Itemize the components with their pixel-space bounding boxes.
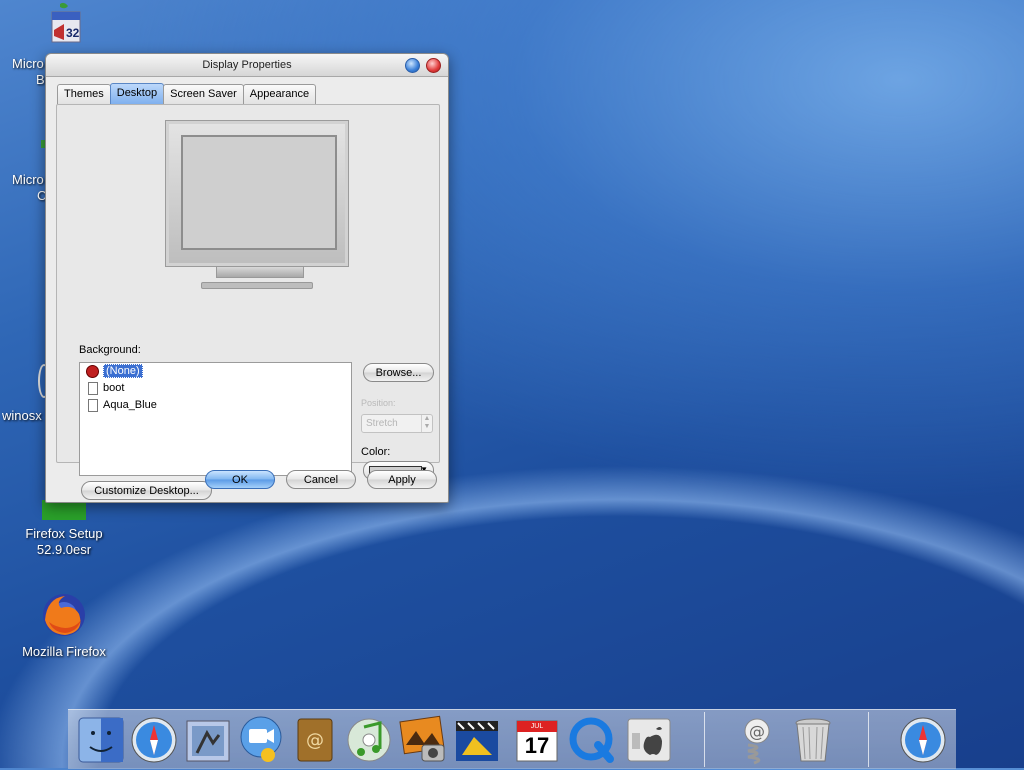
minimize-button[interactable] xyxy=(405,58,420,73)
list-item-label: boot xyxy=(103,382,125,394)
system-preferences-icon[interactable] xyxy=(624,715,674,765)
background-label: Background: xyxy=(79,344,141,356)
list-item[interactable]: boot xyxy=(80,380,351,397)
app-32-icon: 32 xyxy=(46,2,81,46)
list-item[interactable]: Aqua_Blue xyxy=(80,397,351,414)
safari-icon[interactable] xyxy=(898,715,948,765)
dialog-titlebar[interactable]: Display Properties xyxy=(46,54,448,77)
finder-icon[interactable] xyxy=(76,715,126,765)
iphoto-icon[interactable] xyxy=(398,715,448,765)
browse-button[interactable]: Browse... xyxy=(363,363,434,382)
desktop-icon-label: Mozilla Firefox xyxy=(22,644,106,659)
position-select[interactable]: Stretch ▲ ▼ xyxy=(361,414,433,433)
tab-bar: Themes Desktop Screen Saver Appearance xyxy=(57,83,317,104)
image-file-icon xyxy=(88,382,98,395)
ical-icon[interactable]: JUL 17 xyxy=(512,715,562,765)
desktop-icon-micro-b[interactable]: 32 Micro B xyxy=(8,2,81,87)
itunes-icon[interactable] xyxy=(344,715,394,765)
ok-button[interactable]: OK xyxy=(205,470,275,489)
dock-separator xyxy=(868,712,869,767)
desktop-icon-label: winosx xyxy=(2,408,42,423)
ichat-icon[interactable] xyxy=(236,715,286,765)
badge-32: 32 xyxy=(66,26,80,40)
background-listbox[interactable]: (None) boot Aqua_Blue xyxy=(79,362,352,476)
monitor-screen-preview xyxy=(181,135,337,250)
mail-icon[interactable] xyxy=(183,715,233,765)
svg-text:@: @ xyxy=(306,730,324,751)
position-value: Stretch xyxy=(366,418,398,429)
customize-desktop-button[interactable]: Customize Desktop... xyxy=(81,481,212,500)
dock: @ JUL 17 @ xyxy=(68,709,956,769)
desktop-icon-label: 52.9.0esr xyxy=(36,542,92,557)
color-label: Color: xyxy=(361,446,391,458)
display-properties-dialog: Display Properties Themes Desktop Screen… xyxy=(45,53,449,503)
stepper-arrows-icon: ▲ ▼ xyxy=(421,415,432,432)
list-item[interactable]: (None) xyxy=(80,363,351,380)
monitor-base xyxy=(201,282,313,289)
tab-themes[interactable]: Themes xyxy=(57,84,111,104)
dialog-title: Display Properties xyxy=(202,59,292,71)
dock-separator xyxy=(704,712,705,767)
svg-text:@: @ xyxy=(749,722,765,741)
trash-icon[interactable] xyxy=(788,715,838,765)
ical-month: JUL xyxy=(530,723,544,730)
desktop-icon-label: Micro xyxy=(12,56,44,71)
monitor-frame xyxy=(165,120,349,267)
desktop-tab-panel: Background: (None) boot Aqua_Blue Browse… xyxy=(56,104,440,500)
tab-desktop[interactable]: Desktop xyxy=(109,83,165,104)
tab-appearance[interactable]: Appearance xyxy=(242,84,317,104)
installer-icon xyxy=(42,500,86,520)
address-book-icon[interactable]: @ xyxy=(290,715,340,765)
quicktime-icon[interactable] xyxy=(568,715,618,765)
tab-screen-saver[interactable]: Screen Saver xyxy=(163,84,244,104)
position-label: Position: xyxy=(361,398,396,408)
desktop-icon-label: Firefox Setup xyxy=(25,526,103,541)
desktop-icon-label: B xyxy=(36,72,45,87)
safari-icon[interactable] xyxy=(129,715,179,765)
monitor-preview xyxy=(155,118,349,293)
mail-spring-icon[interactable]: @ xyxy=(732,715,782,765)
desktop-icon-label: Micro xyxy=(12,172,44,187)
none-icon xyxy=(86,365,99,378)
cancel-button[interactable]: Cancel xyxy=(286,470,356,489)
ical-day: 17 xyxy=(524,733,550,758)
list-item-label: Aqua_Blue xyxy=(103,399,157,411)
list-item-label: (None) xyxy=(103,364,143,378)
close-button[interactable] xyxy=(426,58,441,73)
imovie-icon[interactable] xyxy=(452,715,502,765)
apply-button[interactable]: Apply xyxy=(367,470,437,489)
image-file-icon xyxy=(88,399,98,412)
firefox-icon xyxy=(41,592,87,638)
monitor-stand xyxy=(216,266,304,278)
